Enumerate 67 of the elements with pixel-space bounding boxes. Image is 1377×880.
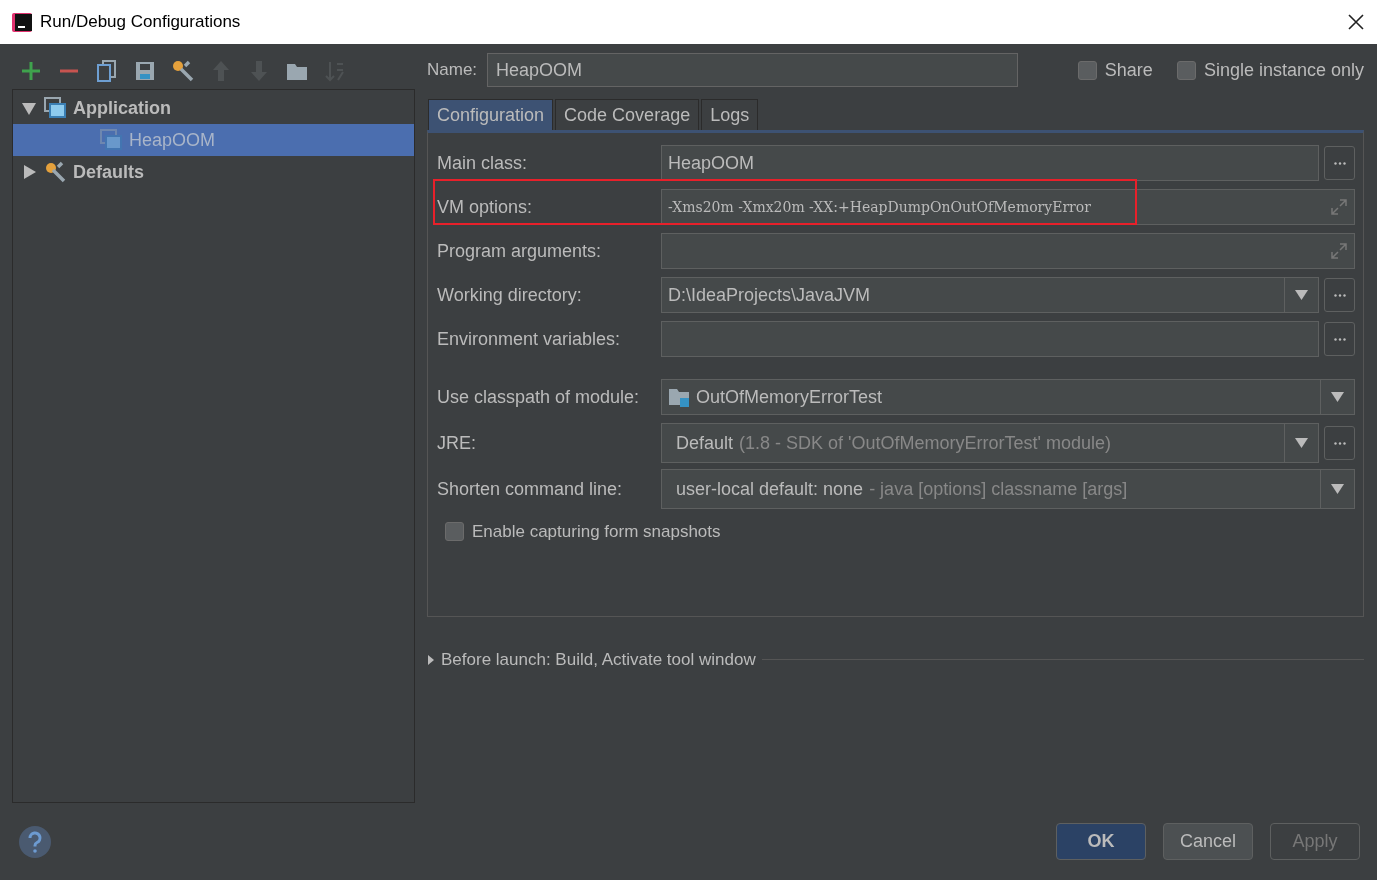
checkbox[interactable] — [1077, 60, 1097, 80]
browse-button[interactable] — [1324, 322, 1355, 356]
dropdown-caret-icon — [1295, 438, 1308, 448]
tree-item[interactable]: HeapOOM — [13, 124, 414, 156]
window-icon — [99, 128, 123, 152]
ellipsis-icon — [1333, 161, 1346, 165]
field-value: HeapOOM — [668, 151, 755, 175]
field-value: OutOfMemoryErrorTest — [696, 385, 883, 409]
dialog-button[interactable]: OK — [1056, 823, 1146, 860]
wrench-icon[interactable] — [170, 58, 196, 84]
ellipsis-icon — [1333, 441, 1346, 445]
tree-item[interactable]: Application — [13, 92, 414, 124]
browse-button[interactable] — [1324, 278, 1355, 312]
ellipsis-icon — [1333, 293, 1346, 297]
tab[interactable]: Configuration — [428, 99, 554, 130]
browse-button[interactable] — [1324, 426, 1355, 460]
tab[interactable]: Logs — [701, 99, 759, 130]
dropdown[interactable]: D:\IdeaProjects\JavaJVM — [661, 277, 1319, 313]
dropdown[interactable]: OutOfMemoryErrorTest — [661, 379, 1355, 415]
dropdown[interactable]: user-local default: none - java [options] classname [args] — [661, 469, 1355, 509]
input-field[interactable]: -Xms20m -Xmx20m -XX:+HeapDumpOnOutOfMemoryError — [661, 189, 1355, 225]
tree-toggle-icon[interactable] — [21, 100, 37, 116]
field-value: Default — [675, 431, 734, 455]
app-logo-icon — [12, 11, 34, 33]
checkbox[interactable] — [1176, 60, 1196, 80]
checkbox-label: Enable capturing form snapshots — [472, 521, 721, 543]
tree-item[interactable]: Defaults — [13, 156, 414, 188]
field-value: -Xms20m -Xmx20m -XX:+HeapDumpOnOutOfMemoryError — [668, 197, 1091, 217]
checkbox-label: Single instance only — [1203, 58, 1364, 82]
dropdown-caret-icon — [1331, 392, 1344, 402]
ellipsis-icon — [1333, 337, 1346, 341]
field-label: VM options: — [437, 195, 534, 219]
field-hint: - java [options] classname [args] — [869, 477, 1128, 501]
input-field[interactable] — [661, 321, 1319, 357]
name-label: Name: — [427, 59, 478, 82]
expand-arrow-icon[interactable] — [427, 653, 435, 666]
checkbox-label: Share — [1104, 58, 1153, 82]
dialog-button[interactable]: Cancel — [1163, 823, 1253, 860]
field-label: Main class: — [437, 151, 529, 175]
expand-icon[interactable] — [1330, 198, 1348, 216]
field-label: Shorten command line: — [437, 477, 624, 501]
name-field[interactable]: HeapOOM — [487, 53, 1019, 87]
expand-icon[interactable] — [1330, 242, 1348, 260]
field-value: D:\IdeaProjects\JavaJVM — [668, 283, 871, 307]
field-label: Program arguments: — [437, 239, 603, 263]
wrench-icon — [43, 160, 67, 184]
before-launch-link[interactable]: Before launch: Build, Activate tool window — [441, 647, 756, 673]
tree-toggle-icon[interactable] — [21, 164, 37, 180]
browse-button[interactable] — [1324, 146, 1355, 180]
dropdown-caret-icon — [1295, 290, 1308, 300]
field-hint: (1.8 - SDK of 'OutOfMemoryErrorTest' module) — [739, 431, 1112, 455]
window-icon — [43, 96, 67, 120]
field-label: Environment variables: — [437, 327, 622, 351]
close-icon[interactable] — [1347, 13, 1365, 31]
tab[interactable]: Code Coverage — [555, 99, 700, 130]
dropdown-caret-icon — [1331, 484, 1344, 494]
field-label: JRE: — [437, 431, 477, 455]
input-field[interactable] — [661, 233, 1355, 269]
module-folder-icon — [668, 386, 692, 408]
field-label: Use classpath of module: — [437, 385, 641, 409]
checkbox[interactable] — [445, 522, 464, 542]
dropdown[interactable]: Default (1.8 - SDK of 'OutOfMemoryErrorTest' module) — [661, 423, 1319, 463]
window-title: Run/Debug Configurations — [40, 11, 241, 34]
field-label: Working directory: — [437, 283, 583, 307]
field-value: user-local default: none — [675, 477, 864, 501]
help-icon[interactable] — [18, 824, 52, 859]
input-field[interactable]: HeapOOM — [661, 145, 1319, 181]
